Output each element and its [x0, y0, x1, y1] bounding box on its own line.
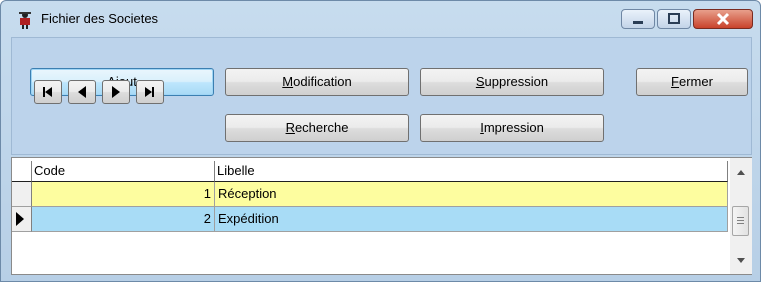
impression-button[interactable]: Impression: [420, 114, 604, 142]
row-header[interactable]: [12, 207, 32, 232]
fermer-button[interactable]: Fermer: [636, 68, 748, 96]
scroll-down-icon[interactable]: [733, 252, 749, 268]
minimize-button[interactable]: [621, 9, 655, 29]
app-icon: [19, 12, 31, 29]
minimize-icon: [633, 21, 643, 24]
grid-corner: [12, 161, 32, 182]
previous-record-icon: [78, 86, 86, 98]
window-title: Fichier des Societes: [41, 11, 159, 26]
table-cell-code[interactable]: 1: [32, 182, 215, 207]
maximize-button[interactable]: [657, 9, 691, 29]
next-record-icon: [112, 86, 120, 98]
first-record-button[interactable]: [34, 80, 62, 104]
next-record-button[interactable]: [102, 80, 130, 104]
scrollbar-thumb[interactable]: [732, 206, 749, 236]
first-record-icon: [43, 87, 52, 97]
scroll-up-icon[interactable]: [733, 165, 749, 181]
close-button[interactable]: [693, 9, 753, 29]
vertical-scrollbar[interactable]: [730, 158, 752, 274]
current-row-pointer-icon: [16, 212, 24, 226]
maximize-icon: [668, 13, 680, 24]
window: Fichier des Societes Ajout Modification …: [0, 0, 761, 282]
table-cell-code[interactable]: 2: [32, 207, 215, 232]
modification-button[interactable]: Modification: [225, 68, 409, 96]
previous-record-button[interactable]: [68, 80, 96, 104]
table-cell-libelle[interactable]: Réception: [215, 182, 728, 207]
suppression-button[interactable]: Suppression: [420, 68, 604, 96]
row-header[interactable]: [12, 182, 32, 207]
grip-icon: [737, 217, 744, 224]
close-icon: [716, 12, 730, 26]
title-bar[interactable]: Fichier des Societes: [1, 1, 760, 37]
toolbar-panel: Ajout Modification Suppression Fermer: [11, 37, 752, 155]
last-record-icon: [145, 87, 154, 97]
table-cell-libelle[interactable]: Expédition: [215, 207, 728, 232]
societes-grid[interactable]: Code Libelle 1 Réception 2 Expédition: [11, 157, 752, 275]
last-record-button[interactable]: [136, 80, 164, 104]
column-header-libelle[interactable]: Libelle: [215, 161, 728, 182]
column-header-code[interactable]: Code: [32, 161, 215, 182]
recherche-button[interactable]: Recherche: [225, 114, 409, 142]
